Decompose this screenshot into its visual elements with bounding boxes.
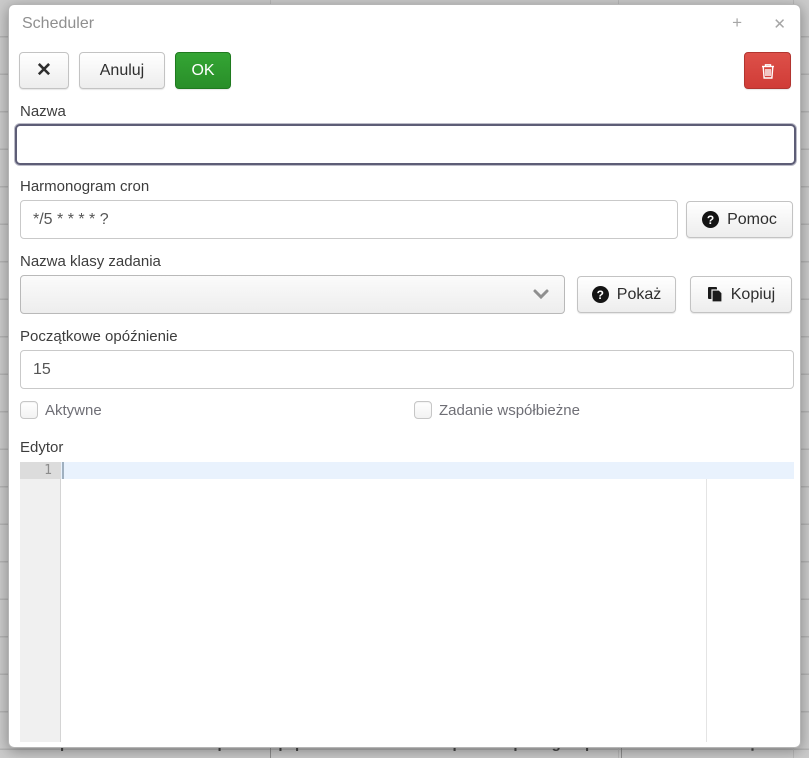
cancel-button[interactable]: Anuluj [79, 52, 165, 89]
cron-input[interactable] [20, 200, 678, 239]
scheduler-dialog: Scheduler + ✕ ✕ Anuluj OK Nazwa Harmonog… [8, 4, 801, 748]
ok-button-label: OK [191, 62, 214, 80]
ok-button[interactable]: OK [175, 52, 231, 89]
job-class-select[interactable] [20, 275, 565, 314]
active-checkbox[interactable] [20, 401, 38, 419]
concurrent-checkbox[interactable] [414, 401, 432, 419]
maximize-icon[interactable]: + [732, 13, 742, 33]
editor-label: Edytor [20, 439, 63, 456]
editor-active-line [61, 462, 794, 479]
name-label: Nazwa [20, 103, 66, 120]
copy-button-label: Kopiuj [731, 286, 775, 304]
question-circle-icon: ? [592, 286, 609, 303]
delay-input[interactable] [20, 350, 794, 389]
delay-label: Początkowe opóźnienie [20, 328, 178, 345]
active-checkbox-label: Aktywne [45, 402, 102, 419]
cron-label: Harmonogram cron [20, 178, 149, 195]
name-input[interactable] [15, 124, 796, 165]
help-button-label: Pomoc [727, 211, 777, 229]
close-icon[interactable]: ✕ [773, 15, 786, 35]
dialog-title: Scheduler [22, 15, 94, 33]
job-class-label: Nazwa klasy zadania [20, 253, 161, 270]
copy-button[interactable]: Kopiuj [690, 276, 792, 313]
copy-icon [707, 286, 723, 303]
chevron-down-icon [532, 287, 550, 306]
editor-line-number: 1 [20, 462, 61, 479]
help-button[interactable]: ? Pomoc [686, 201, 793, 238]
editor-cursor [62, 462, 64, 479]
question-circle-icon: ? [702, 211, 719, 228]
x-icon: ✕ [36, 59, 52, 82]
show-button[interactable]: ? Pokaż [577, 276, 676, 313]
delete-button[interactable] [744, 52, 791, 89]
concurrent-checkbox-label: Zadanie współbieżne [439, 402, 580, 419]
editor-gutter [20, 462, 61, 742]
editor-print-margin [706, 479, 707, 742]
cancel-button-label: Anuluj [100, 62, 144, 80]
code-editor[interactable]: 1 [20, 462, 794, 742]
close-button[interactable]: ✕ [19, 52, 69, 89]
show-button-label: Pokaż [617, 286, 661, 304]
trash-icon [760, 62, 776, 80]
